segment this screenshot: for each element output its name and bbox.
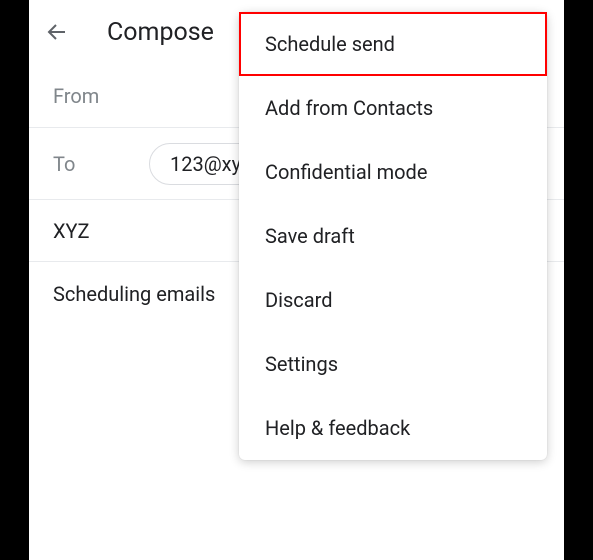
overflow-menu: Schedule send Add from Contacts Confiden… <box>239 12 547 460</box>
body-text[interactable]: Scheduling emails <box>53 282 215 306</box>
menu-item-discard[interactable]: Discard <box>239 268 547 332</box>
menu-item-settings[interactable]: Settings <box>239 332 547 396</box>
menu-item-confidential-mode[interactable]: Confidential mode <box>239 140 547 204</box>
page-title: Compose <box>107 18 214 47</box>
menu-item-save-draft[interactable]: Save draft <box>239 204 547 268</box>
from-label: From <box>53 84 129 108</box>
back-arrow-icon[interactable] <box>45 20 69 44</box>
menu-item-help-feedback[interactable]: Help & feedback <box>239 396 547 460</box>
menu-item-add-from-contacts[interactable]: Add from Contacts <box>239 76 547 140</box>
menu-item-schedule-send[interactable]: Schedule send <box>239 12 547 76</box>
subject-field[interactable]: XYZ <box>53 219 90 243</box>
to-label: To <box>53 152 129 176</box>
